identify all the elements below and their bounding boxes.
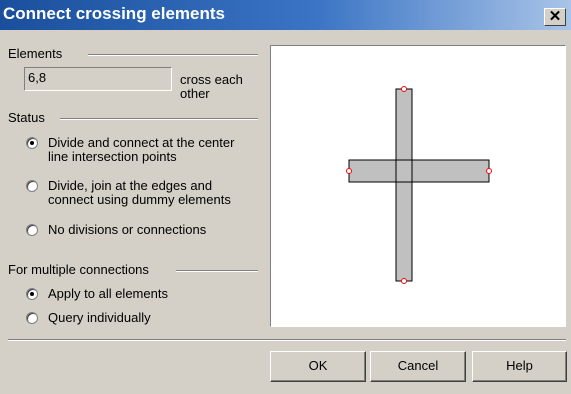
radio-query-individually-label: Query individually (48, 310, 151, 325)
elements-group-label: Elements (8, 46, 63, 61)
radio-divide-edges-label: Divide, join at the edges and connect us… (48, 179, 231, 207)
elements-group-divider (88, 54, 258, 56)
option-line: connect using dummy elements (48, 192, 231, 207)
close-button[interactable]: ✕ (544, 8, 566, 26)
status-group-label: Status (8, 110, 45, 125)
node-top (401, 86, 407, 92)
multiple-group-divider (176, 270, 258, 272)
option-line: Divide, join at the edges and (48, 178, 213, 193)
node-right (486, 168, 492, 174)
ok-button[interactable]: OK (270, 351, 366, 382)
radio-apply-all[interactable] (26, 288, 38, 300)
title-bar: Connect crossing elements ✕ (0, 0, 571, 30)
vertical-element (395, 88, 413, 282)
status-group-divider (60, 118, 258, 120)
cross-label-line1: cross each (180, 72, 243, 87)
close-icon: ✕ (548, 8, 562, 25)
help-button[interactable]: Help (472, 351, 567, 382)
node-bottom (401, 278, 407, 284)
elements-field[interactable]: 6,8 (24, 67, 172, 91)
radio-divide-center[interactable] (26, 137, 38, 149)
radio-apply-all-label: Apply to all elements (48, 286, 168, 301)
radio-divide-edges[interactable] (26, 180, 38, 192)
radio-no-divisions[interactable] (26, 224, 38, 236)
horizontal-element (348, 159, 490, 183)
option-line: Divide and connect at the center (48, 135, 235, 150)
multiple-group-label: For multiple connections (8, 262, 149, 277)
footer-separator (8, 339, 566, 341)
dialog-title: Connect crossing elements (3, 4, 226, 23)
node-left (346, 168, 352, 174)
radio-no-divisions-label: No divisions or connections (48, 222, 207, 237)
radio-query-individually[interactable] (26, 312, 38, 324)
cross-label-line2: other (180, 86, 210, 101)
radio-divide-center-label: Divide and connect at the center line in… (48, 136, 234, 164)
option-line: line intersection points (48, 149, 177, 164)
preview-pane (270, 45, 566, 327)
cross-each-other-label: cross each other (180, 73, 260, 101)
cancel-button[interactable]: Cancel (370, 351, 466, 382)
crossing-elements-diagram (346, 86, 492, 284)
